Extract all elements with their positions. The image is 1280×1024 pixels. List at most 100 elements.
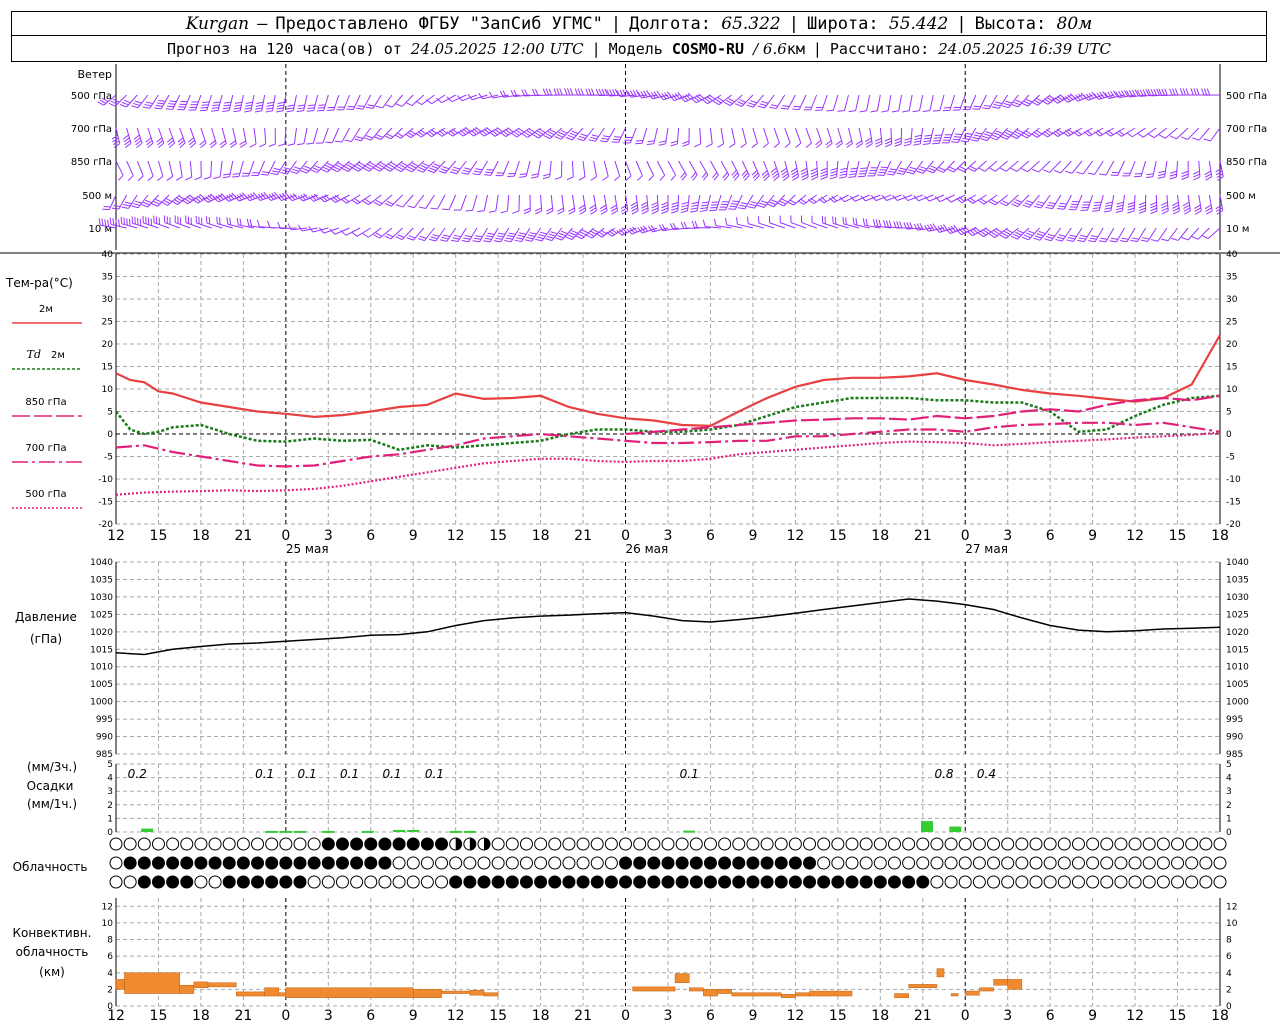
wind-barb-flag (1055, 238, 1063, 242)
wind-barb-flag (888, 170, 896, 173)
cloud-circle (732, 837, 746, 851)
wind-barb-flag (249, 219, 253, 227)
wind-barb-flag (277, 101, 285, 104)
wind-barb-flag (740, 143, 747, 148)
cloud-circle (576, 837, 590, 851)
wind-barb-flag (670, 143, 678, 147)
cloud-circle (321, 837, 335, 851)
wind-barb-flag (757, 105, 765, 109)
cloud-circle (633, 837, 647, 851)
wind-barb-flag (949, 166, 956, 171)
temp-time-label: 9 (409, 528, 418, 544)
wind-barb-flag (913, 140, 921, 143)
wind-barb-flag (428, 238, 436, 242)
wind-barb-flag (267, 220, 271, 228)
cloud-circle (505, 856, 519, 870)
wind-barb-flag (962, 137, 970, 140)
cloud-circle (1100, 875, 1114, 889)
wind-barb-staff (794, 127, 802, 144)
wind-barb-flag (640, 201, 648, 206)
wind-barb-flag (602, 176, 609, 181)
wind-barb-flag (898, 170, 906, 173)
wind-barb-flag (484, 237, 492, 240)
wind-barb-flag (680, 210, 688, 214)
wind-barb-flag (651, 210, 659, 215)
wind-barb-flag (304, 165, 312, 170)
wind-barb-flag (872, 219, 876, 227)
wind-barb-flag (965, 132, 973, 135)
wind-barb-flag (885, 220, 889, 228)
cloud-circle (293, 856, 307, 870)
wind-barb-flag (211, 109, 219, 112)
conv-time-label: 15 (489, 1008, 507, 1024)
wind-barb-flag (386, 133, 394, 138)
wind-barb-flag (912, 110, 920, 113)
cloud-circle (392, 875, 406, 889)
wind-barb-flag (761, 100, 769, 104)
temp-ytick-left: 0 (107, 430, 113, 440)
wind-barb-flag (850, 167, 858, 170)
wind-barb-flag (364, 165, 372, 170)
wind-barb-flag (1205, 207, 1212, 212)
wind-barb-flag (1205, 176, 1212, 181)
wind-barb-flag (826, 109, 834, 112)
wind-barb-flag (580, 133, 588, 137)
wind-barb-flag (1158, 173, 1166, 176)
conv-segment (731, 992, 782, 997)
wind-barb-flag (651, 201, 658, 206)
wind-barb-flag (918, 168, 926, 172)
cloud-circle (293, 837, 307, 851)
wind-barb-flag (536, 236, 544, 240)
cloud-circle (251, 837, 265, 851)
wind-barb-flag (602, 135, 610, 138)
cloud-circle (987, 875, 1001, 889)
wind-barb-flag (137, 175, 144, 181)
wind-barb-flag (287, 143, 295, 146)
wind-barb-flag (540, 231, 548, 235)
wind-barb-flag (364, 137, 372, 141)
precip-ytick-right: 3 (1226, 787, 1232, 797)
wind-barb-flag (418, 166, 426, 171)
cloud-circle (1057, 856, 1071, 870)
wind-barb-flag (1077, 239, 1085, 243)
temp-ytick-left: 25 (102, 318, 113, 328)
wind-barb-flag (839, 176, 847, 179)
wind-barb-staff (876, 94, 881, 111)
wind-barb-staff (1132, 127, 1146, 138)
wind-barb-flag (810, 173, 818, 178)
wind-barb-flag (472, 240, 480, 243)
cloud-circle (1171, 856, 1185, 870)
cloud-circle (1199, 837, 1213, 851)
temp-ytick-right: -10 (1226, 475, 1241, 485)
cloud-circle (1043, 837, 1057, 851)
wind-barb-flag (1021, 168, 1028, 173)
wind-barb-staff (656, 160, 666, 176)
wind-barb-flag (784, 142, 791, 148)
temp-day-label: 27 мая (965, 542, 1008, 556)
cloud-circle (293, 875, 307, 889)
wind-barb-flag (528, 234, 536, 238)
cloud-circle (548, 837, 562, 851)
wind-barb-flag (366, 135, 374, 139)
wind-level-label-right: 500 гПа (1226, 91, 1267, 102)
wind-barb-flag (1149, 201, 1157, 206)
cloud-circle (590, 875, 604, 889)
wind-barb-flag (735, 103, 742, 107)
temp-ytick-left: 5 (107, 408, 113, 418)
wind-barb-flag (1161, 210, 1169, 215)
conv-segment (412, 989, 442, 998)
pres-ytick-left: 1035 (90, 575, 113, 585)
cloud-circle (887, 837, 901, 851)
wind-barb-flag (401, 162, 408, 167)
cloud-circle (576, 875, 590, 889)
cloud-circle (321, 875, 335, 889)
wind-barb-flag (219, 217, 221, 225)
wind-barb-flag (1010, 235, 1018, 240)
wind-barb-flag (1000, 202, 1007, 207)
wind-barb-flag (1038, 230, 1046, 235)
conv-segment (780, 994, 796, 998)
wind-barb-flag (749, 203, 757, 207)
wind-barb-flag (922, 143, 930, 146)
cloud-circle (718, 837, 732, 851)
wind-barb-flag (651, 207, 659, 212)
